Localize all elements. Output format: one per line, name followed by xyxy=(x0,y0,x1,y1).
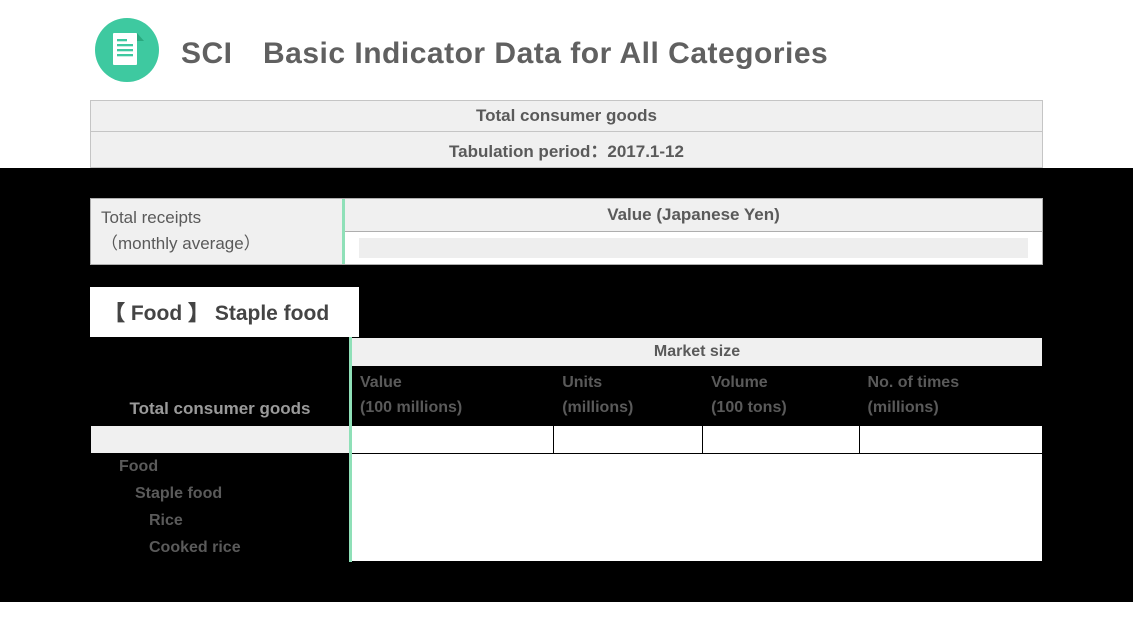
receipts-right: Value (Japanese Yen) xyxy=(345,199,1042,264)
data-cell xyxy=(554,425,703,453)
row-label: Staple food xyxy=(91,480,351,507)
market-table-wrap: Total consumer goods Market size Value (… xyxy=(90,337,1043,562)
document-icon xyxy=(95,18,159,82)
info-band: Total consumer goods Tabulation period：2… xyxy=(90,100,1043,168)
data-overlay xyxy=(351,453,1043,561)
receipts-value-header: Value (Japanese Yen) xyxy=(345,199,1042,232)
info-row-category: Total consumer goods xyxy=(90,100,1043,132)
market-size-header: Market size xyxy=(351,338,1043,367)
row-label: Food xyxy=(91,453,351,480)
table-row: Food xyxy=(91,453,1043,480)
content-area: Total receipts （monthly average） Value (… xyxy=(0,168,1133,602)
section-tab: 【 Food 】 Staple food xyxy=(90,287,359,337)
data-cell xyxy=(351,425,554,453)
receipts-title: Total receipts xyxy=(101,205,342,231)
data-cell xyxy=(703,425,859,453)
info-row-period: Tabulation period：2017.1-12 xyxy=(90,132,1043,168)
receipts-value-bar xyxy=(359,238,1028,258)
page-title: SCI Basic Indicator Data for All Categor… xyxy=(181,28,828,72)
receipts-box: Total receipts （monthly average） Value (… xyxy=(90,198,1043,265)
col-times: No. of times (millions) xyxy=(859,367,1042,426)
receipts-left: Total receipts （monthly average） xyxy=(90,199,345,264)
market-table: Total consumer goods Market size Value (… xyxy=(90,337,1043,562)
category-column-header: Total consumer goods xyxy=(91,338,351,426)
data-cell xyxy=(859,425,1042,453)
row-total-consumer-goods xyxy=(91,425,351,453)
page-header: SCI Basic Indicator Data for All Categor… xyxy=(0,0,1133,100)
col-volume: Volume (100 tons) xyxy=(703,367,859,426)
row-label: Rice xyxy=(91,507,351,534)
receipts-value-body xyxy=(345,232,1042,264)
row-label: Cooked rice xyxy=(91,534,351,561)
table-row xyxy=(91,425,1043,453)
col-units: Units (millions) xyxy=(554,367,703,426)
col-value: Value (100 millions) xyxy=(351,367,554,426)
receipts-subtitle: （monthly average） xyxy=(101,231,342,257)
